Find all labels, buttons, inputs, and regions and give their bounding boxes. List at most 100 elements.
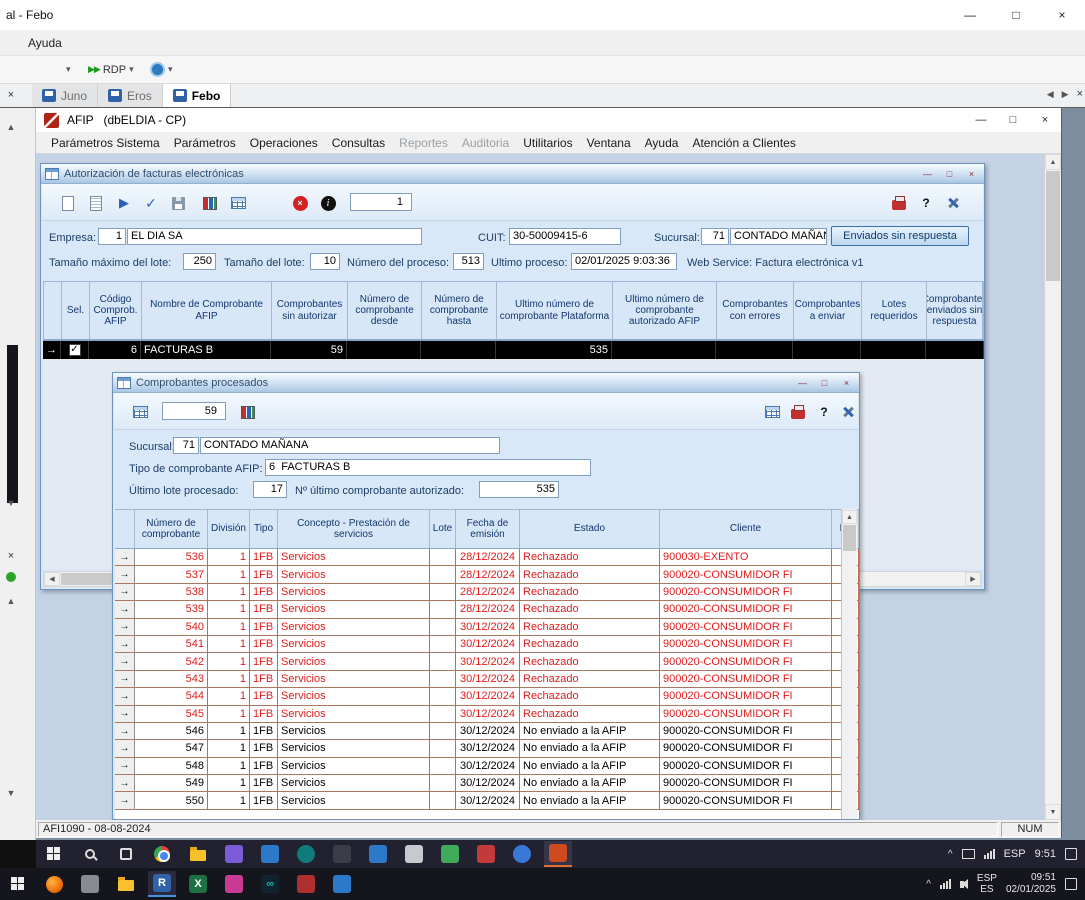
menu-utilitarios[interactable]: Utilitarios — [516, 136, 579, 150]
header-cell[interactable]: Comprobantes a enviar — [794, 282, 862, 339]
clock[interactable]: 09:51 02/01/2025 — [1006, 872, 1056, 896]
table-row[interactable]: →54911FBServicios30/12/2024No enviado a … — [115, 775, 859, 792]
scrollbar-thumb[interactable] — [1046, 171, 1060, 281]
language-indicator[interactable]: ESP — [1004, 848, 1026, 860]
table-row[interactable]: →54211FBServicios30/12/2024Rechazado9000… — [115, 653, 859, 670]
mdi-vertical-scrollbar[interactable]: ▲ ▼ — [1044, 154, 1061, 820]
grid-view-button[interactable] — [760, 400, 784, 424]
afip-minimize-button[interactable]: — — [965, 108, 997, 132]
scrollbar-thumb[interactable] — [843, 525, 856, 551]
taskbar-app-icon[interactable] — [508, 841, 536, 867]
table-row[interactable]: →53711FBServicios28/12/2024Rechazado9000… — [115, 566, 859, 583]
confirm-button[interactable]: ✓ — [139, 191, 163, 215]
scroll-up-icon[interactable]: ▲ — [1045, 154, 1061, 170]
tab-eros[interactable]: Eros — [98, 84, 163, 107]
info-button[interactable]: i — [316, 191, 340, 215]
header-cell[interactable]: Número de comprobante desde — [348, 282, 422, 339]
scroll-left-icon[interactable]: ◀ — [44, 572, 60, 586]
header-cell[interactable]: Ultimo número de comprobante Plataforma — [497, 282, 613, 339]
tab-febo[interactable]: Febo — [163, 84, 232, 107]
taskbar-app-icon[interactable] — [436, 841, 464, 867]
table-row[interactable]: →54311FBServicios30/12/2024Rechazado9000… — [115, 671, 859, 688]
vertical-scrollbar[interactable]: ▲ — [841, 509, 857, 819]
taskbar-app-icon[interactable] — [292, 841, 320, 867]
taskbar-app-icon[interactable] — [472, 841, 500, 867]
close-button[interactable]: × — [963, 167, 980, 181]
cancel-button[interactable]: × — [288, 191, 312, 215]
panel-close-icon[interactable]: × — [4, 88, 18, 102]
table-row[interactable]: →53911FBServicios28/12/2024Rechazado9000… — [115, 601, 859, 618]
record-counter-field[interactable]: 59 — [162, 402, 226, 420]
header-cell[interactable]: Comprobantes sin autorizar — [272, 282, 348, 339]
table-row[interactable]: →54011FBServicios30/12/2024Rechazado9000… — [115, 619, 859, 636]
taskbar-app-icon[interactable] — [364, 841, 392, 867]
minimize-button[interactable]: — — [794, 376, 811, 390]
rdp-button[interactable]: ▶▶ RDP ▾ — [88, 56, 134, 83]
panel-scroll-up-icon[interactable]: ▲ — [3, 596, 19, 606]
taskbar-app-icon[interactable] — [328, 871, 356, 897]
notification-icon[interactable] — [1065, 848, 1077, 860]
sucursal-name-field[interactable]: CONTADO MAÑANA — [200, 437, 500, 454]
tray-expand-icon[interactable]: ^ — [926, 879, 931, 890]
header-cell[interactable]: Sel. — [62, 282, 90, 339]
scroll-up-icon[interactable]: ▲ — [842, 510, 857, 524]
file-explorer-button[interactable] — [112, 871, 140, 897]
table-row[interactable]: →54611FBServicios30/12/2024No enviado a … — [115, 723, 859, 740]
header-cell[interactable]: Concepto - Prestación de servicios — [278, 510, 430, 548]
header-cell[interactable]: Fecha de emisión — [456, 510, 520, 548]
task-view-button[interactable] — [112, 841, 140, 867]
print-button[interactable] — [786, 400, 810, 424]
menu-ventana[interactable]: Ventana — [580, 136, 638, 150]
sucursal-name-field[interactable]: CONTADO MAÑANA — [730, 228, 827, 245]
network-icon[interactable] — [984, 849, 995, 859]
table-row[interactable]: →53811FBServicios28/12/2024Rechazado9000… — [115, 584, 859, 601]
cuit-field[interactable]: 30-50009415-6 — [509, 228, 621, 245]
tab-close-icon[interactable]: × — [1077, 88, 1083, 100]
ultimo-autorizado-field[interactable]: 535 — [479, 481, 559, 498]
header-cell[interactable]: Lotes requeridos — [862, 282, 927, 339]
properties-button[interactable] — [84, 191, 108, 215]
menu-atencion-clientes[interactable]: Atención a Clientes — [685, 136, 802, 150]
excel-button[interactable]: X — [184, 871, 212, 897]
header-cell[interactable]: Número de comprobante hasta — [422, 282, 497, 339]
ultimo-lote-field[interactable]: 17 — [253, 481, 287, 498]
enviados-sin-respuesta-button[interactable]: Enviados sin respuesta — [831, 226, 969, 246]
language-indicator[interactable]: ESP ES — [977, 873, 997, 896]
search-button[interactable] — [76, 841, 104, 867]
menu-consultas[interactable]: Consultas — [325, 136, 392, 150]
table-row[interactable]: →54811FBServicios30/12/2024No enviado a … — [115, 758, 859, 775]
tab-juno[interactable]: Juno — [32, 84, 98, 107]
panel-close-icon[interactable]: × — [3, 550, 19, 562]
toolbar-dropdown[interactable]: ▾ — [66, 56, 71, 83]
run-button[interactable]: ▶ — [112, 191, 136, 215]
header-cell[interactable]: Estado — [520, 510, 660, 548]
close-button[interactable]: × — [838, 376, 855, 390]
header-cell[interactable]: Ultimo número de comprobante autorizado … — [613, 282, 717, 339]
network-icon[interactable] — [940, 879, 951, 889]
table-row[interactable]: →54411FBServicios30/12/2024Rechazado9000… — [115, 688, 859, 705]
tipo-comprobante-field[interactable]: 6 FACTURAS B — [265, 459, 591, 476]
header-cell[interactable]: Lote — [430, 510, 456, 548]
tamano-lote-field[interactable]: 10 — [310, 253, 340, 270]
sucursal-code-field[interactable]: 71 — [701, 228, 729, 245]
authorization-titlebar[interactable]: Autorización de facturas electrónicas — … — [41, 164, 984, 184]
checkbox[interactable]: ✓ — [69, 344, 81, 356]
outer-close-button[interactable]: × — [1039, 0, 1085, 30]
taskbar-app-icon[interactable] — [400, 841, 428, 867]
afip-close-button[interactable]: × — [1029, 108, 1061, 132]
menu-operaciones[interactable]: Operaciones — [243, 136, 325, 150]
header-cell[interactable]: Comprobantes con errores — [717, 282, 794, 339]
chrome-button[interactable] — [148, 841, 176, 867]
afip-taskbar-button[interactable] — [544, 841, 572, 867]
menu-ayuda[interactable]: Ayuda — [22, 36, 68, 50]
minimize-button[interactable]: — — [919, 167, 936, 181]
maximize-button[interactable]: □ — [941, 167, 958, 181]
taskbar-app-icon[interactable]: ∞ — [256, 871, 284, 897]
numero-proceso-field[interactable]: 513 — [453, 253, 484, 270]
taskbar-app-icon[interactable] — [76, 871, 104, 897]
table-row[interactable]: →54711FBServicios30/12/2024No enviado a … — [115, 740, 859, 757]
panel-scrollbar[interactable] — [7, 345, 18, 503]
menu-parametros-sistema[interactable]: Parámetros Sistema — [44, 136, 167, 150]
outer-minimize-button[interactable]: — — [947, 0, 993, 30]
new-button[interactable] — [56, 191, 80, 215]
